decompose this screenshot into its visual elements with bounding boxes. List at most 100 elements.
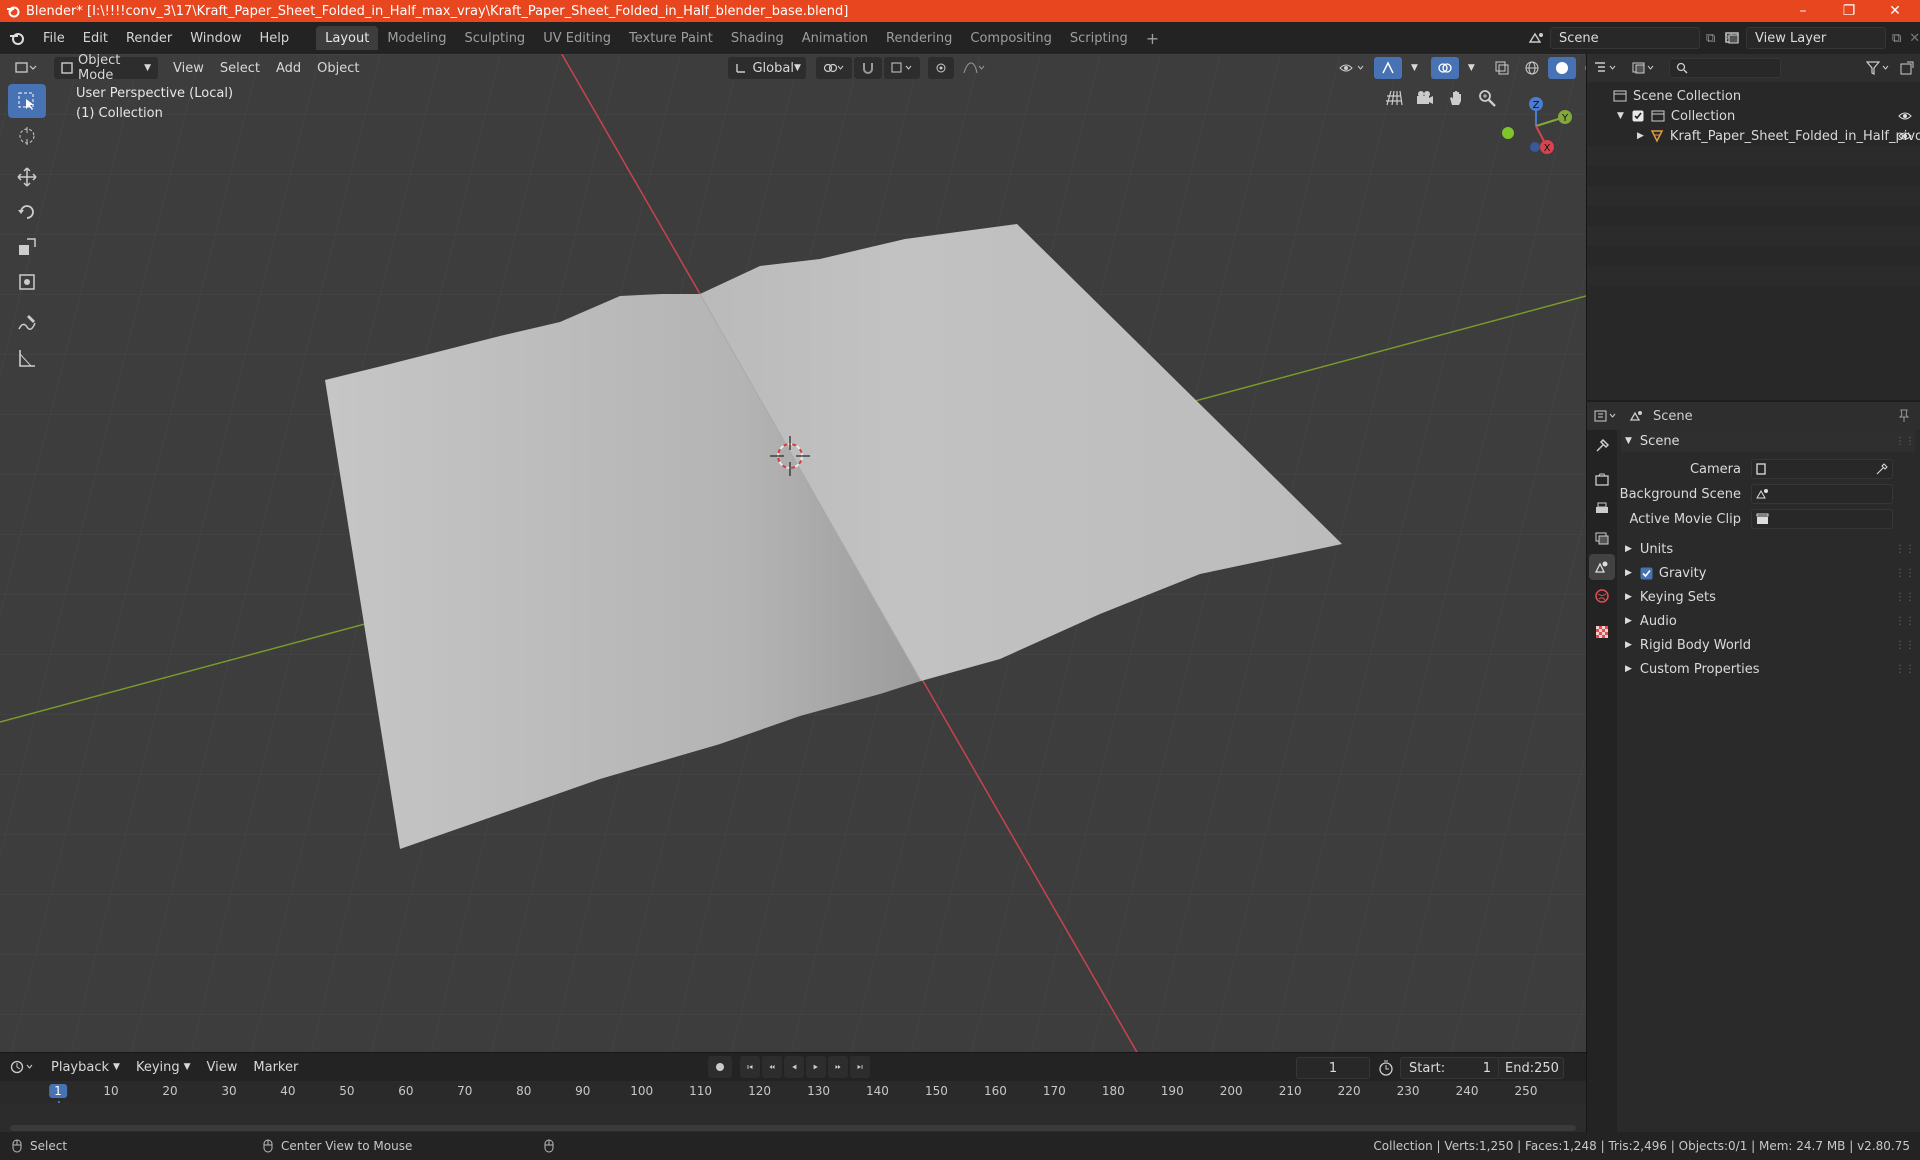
- units-panel-header[interactable]: ▶ Units ⋮⋮: [1621, 538, 1915, 560]
- expand-arrow-icon[interactable]: ▼: [1617, 111, 1624, 121]
- audio-panel-header[interactable]: ▶ Audio ⋮⋮: [1621, 610, 1915, 632]
- menu-object[interactable]: Object: [310, 57, 366, 79]
- annotate-tool[interactable]: [8, 306, 46, 340]
- navigation-gizmo[interactable]: Z Y X: [1494, 90, 1578, 160]
- play-reverse-button[interactable]: [784, 1056, 804, 1078]
- eye-icon[interactable]: [1898, 111, 1912, 121]
- tab-layout[interactable]: Layout: [316, 26, 379, 50]
- playhead-frame-indicator[interactable]: 1: [49, 1084, 67, 1098]
- wireframe-shading-icon[interactable]: [1518, 57, 1546, 79]
- filter-icon[interactable]: [1866, 61, 1892, 75]
- texture-tab-icon[interactable]: [1589, 619, 1615, 645]
- tool-tab-icon[interactable]: [1589, 433, 1615, 459]
- eye-icon[interactable]: [1898, 131, 1912, 141]
- new-collection-icon[interactable]: [1900, 61, 1914, 75]
- drag-handle-icon[interactable]: ⋮⋮: [1895, 640, 1915, 651]
- scene-selector[interactable]: Scene: [1550, 27, 1700, 49]
- menu-window[interactable]: Window: [181, 22, 250, 54]
- jump-keyframe-forward-button[interactable]: [828, 1056, 848, 1078]
- proportional-falloff-icon[interactable]: [956, 57, 992, 79]
- neg-y-axis-handle[interactable]: [1502, 127, 1514, 139]
- pan-view-icon[interactable]: [1442, 84, 1470, 112]
- scene-tab-icon[interactable]: [1589, 554, 1615, 580]
- overlays-toggle-icon[interactable]: [1430, 57, 1459, 79]
- view-layer-tab-icon[interactable]: [1589, 525, 1615, 551]
- record-button[interactable]: [708, 1056, 732, 1078]
- delete-view-layer-icon[interactable]: ✕: [1909, 31, 1920, 46]
- tab-scripting[interactable]: Scripting: [1061, 26, 1137, 50]
- camera-field[interactable]: [1751, 459, 1893, 479]
- neg-z-axis-handle[interactable]: [1530, 142, 1540, 152]
- tab-shading[interactable]: Shading: [722, 26, 793, 50]
- timeline-view-menu[interactable]: View: [200, 1056, 245, 1078]
- tab-texture-paint[interactable]: Texture Paint: [620, 26, 722, 50]
- move-tool[interactable]: [8, 160, 46, 194]
- add-workspace-button[interactable]: +: [1137, 26, 1168, 50]
- measure-tool[interactable]: [8, 341, 46, 375]
- view-layer-icon[interactable]: [1724, 30, 1742, 46]
- menu-edit[interactable]: Edit: [74, 22, 117, 54]
- timeline-track-area[interactable]: [0, 1103, 1586, 1133]
- outliner-search-input[interactable]: [1669, 58, 1781, 78]
- tab-animation[interactable]: Animation: [793, 26, 877, 50]
- object-visibility-icon[interactable]: [1332, 57, 1372, 79]
- scene-icon[interactable]: [1528, 30, 1546, 46]
- start-frame-field[interactable]: Start: 1: [1400, 1057, 1500, 1079]
- restore-button[interactable]: ❐: [1826, 0, 1872, 22]
- menu-select[interactable]: Select: [213, 57, 267, 79]
- active-movie-clip-field[interactable]: [1751, 509, 1893, 529]
- pivot-point-icon[interactable]: [816, 57, 853, 79]
- drag-handle-icon[interactable]: ⋮⋮: [1895, 544, 1915, 555]
- background-scene-field[interactable]: [1751, 484, 1893, 504]
- marker-menu[interactable]: Marker: [246, 1056, 305, 1078]
- proportional-edit-icon[interactable]: [928, 57, 955, 79]
- eyedropper-icon[interactable]: [1876, 463, 1888, 475]
- menu-add[interactable]: Add: [269, 57, 308, 79]
- overlays-dropdown-icon[interactable]: ▼: [1461, 57, 1482, 79]
- keying-sets-panel-header[interactable]: ▶ Keying Sets ⋮⋮: [1621, 586, 1915, 608]
- orientation-dropdown[interactable]: Global ▼: [728, 57, 807, 79]
- grid-view-icon[interactable]: [1380, 84, 1408, 112]
- display-mode-icon[interactable]: [1631, 61, 1657, 75]
- play-button[interactable]: [806, 1056, 826, 1078]
- transform-tool[interactable]: [8, 265, 46, 299]
- tab-compositing[interactable]: Compositing: [961, 26, 1061, 50]
- scale-tool[interactable]: [8, 230, 46, 264]
- jump-keyframe-back-button[interactable]: [762, 1056, 782, 1078]
- solid-shading-icon[interactable]: [1547, 57, 1576, 79]
- xray-toggle-icon[interactable]: [1488, 57, 1516, 79]
- outliner-row-scene-collection[interactable]: Scene Collection: [1587, 86, 1920, 106]
- drag-handle-icon[interactable]: ⋮⋮: [1895, 592, 1915, 603]
- properties-editor-type-icon[interactable]: [1593, 409, 1619, 423]
- new-view-layer-icon[interactable]: ⧉: [1892, 31, 1901, 46]
- outliner-row-object[interactable]: ▶ Kraft_Paper_Sheet_Folded_in_Half_pivot: [1587, 126, 1920, 146]
- custom-properties-panel-header[interactable]: ▶ Custom Properties ⋮⋮: [1621, 658, 1915, 680]
- jump-start-button[interactable]: [740, 1056, 760, 1078]
- snap-icon[interactable]: [854, 57, 883, 79]
- rigid-body-world-panel-header[interactable]: ▶ Rigid Body World ⋮⋮: [1621, 634, 1915, 656]
- gizmo-dropdown-icon[interactable]: ▼: [1404, 57, 1425, 79]
- editor-type-icon[interactable]: [8, 57, 44, 79]
- tab-sculpting[interactable]: Sculpting: [455, 26, 534, 50]
- output-tab-icon[interactable]: [1589, 496, 1615, 522]
- timeline-editor-type-icon[interactable]: [10, 1060, 36, 1074]
- rotate-tool[interactable]: [8, 195, 46, 229]
- current-frame-field[interactable]: 1: [1296, 1057, 1370, 1079]
- gravity-panel-header[interactable]: ▶ Gravity ⋮⋮: [1621, 562, 1915, 584]
- outliner-row-collection[interactable]: ▼ Collection: [1587, 106, 1920, 126]
- camera-view-icon[interactable]: [1411, 84, 1439, 112]
- blender-menu-icon[interactable]: [0, 22, 34, 54]
- tab-uv-editing[interactable]: UV Editing: [534, 26, 620, 50]
- playback-menu[interactable]: Playback ▼: [44, 1056, 127, 1078]
- exclude-checkbox[interactable]: [1632, 110, 1644, 122]
- keying-menu[interactable]: Keying ▼: [129, 1056, 198, 1078]
- jump-end-button[interactable]: [850, 1056, 870, 1078]
- preview-range-icon[interactable]: [1378, 1060, 1394, 1076]
- drag-handle-icon[interactable]: ⋮⋮: [1895, 664, 1915, 675]
- drag-handle-icon[interactable]: ⋮⋮: [1895, 616, 1915, 627]
- pin-icon[interactable]: [1898, 409, 1910, 423]
- menu-file[interactable]: File: [34, 22, 74, 54]
- gizmo-toggle-icon[interactable]: [1374, 57, 1402, 79]
- render-tab-icon[interactable]: [1589, 467, 1615, 493]
- gravity-checkbox[interactable]: [1640, 567, 1653, 580]
